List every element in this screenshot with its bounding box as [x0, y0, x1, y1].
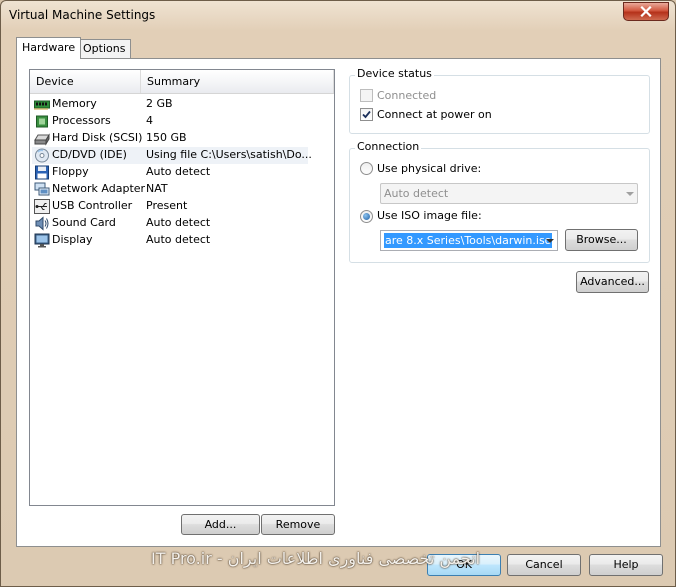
processor-icon: [36, 115, 48, 128]
device-name: Sound Card: [52, 216, 116, 229]
device-row-hard-disk[interactable]: Hard Disk (SCSI) 150 GB: [32, 130, 308, 147]
floppy-icon: [35, 165, 49, 180]
device-name: Hard Disk (SCSI): [52, 131, 143, 144]
device-name: Network Adapter: [52, 182, 146, 195]
advanced-button-label: Advanced...: [580, 275, 645, 288]
column-header-device[interactable]: Device: [30, 70, 141, 93]
window-title: Virtual Machine Settings: [9, 8, 156, 22]
sound-card-icon: [35, 216, 49, 231]
close-button[interactable]: [623, 2, 669, 21]
device-status-group: Device status Connected Connect at power…: [349, 67, 650, 134]
help-button[interactable]: Help: [589, 554, 663, 576]
use-physical-drive-radio[interactable]: [360, 162, 373, 175]
advanced-button[interactable]: Advanced...: [576, 271, 649, 293]
memory-icon: [34, 100, 50, 110]
device-name: Display: [52, 233, 93, 246]
usb-icon: [34, 199, 50, 214]
remove-button[interactable]: Remove: [261, 514, 335, 535]
device-name: Processors: [52, 114, 111, 127]
tab-options[interactable]: Options: [77, 39, 132, 58]
column-header-summary[interactable]: Summary: [141, 70, 334, 93]
device-summary: Present: [146, 199, 188, 212]
close-icon: [640, 6, 652, 17]
add-button[interactable]: Add...: [181, 514, 260, 535]
browse-button-label: Browse...: [576, 233, 627, 246]
use-iso-image-label: Use ISO image file:: [377, 209, 482, 222]
add-button-label: Add...: [204, 518, 237, 531]
iso-path-value: are 8.x Series\Tools\darwin.iso: [384, 233, 553, 248]
browse-button[interactable]: Browse...: [565, 229, 638, 251]
use-iso-image-radio[interactable]: [360, 210, 373, 223]
connect-at-power-on-label: Connect at power on: [377, 108, 492, 121]
device-row-memory[interactable]: Memory 2 GB: [32, 96, 308, 113]
connect-at-power-on-checkbox[interactable]: [360, 108, 373, 121]
device-summary: 4: [146, 114, 153, 127]
device-row-display[interactable]: Display Auto detect: [32, 232, 308, 249]
device-row-processors[interactable]: Processors 4: [32, 113, 308, 130]
device-summary: Using file C:\Users\satish\Do...: [146, 148, 312, 161]
device-row-usb-controller[interactable]: USB Controller Present: [32, 198, 308, 215]
device-list[interactable]: Device Summary Memory 2 GB Processors 4 …: [29, 69, 335, 506]
physical-drive-value: Auto detect: [384, 187, 449, 200]
device-summary: Auto detect: [146, 233, 211, 246]
connection-title: Connection: [355, 140, 422, 153]
device-row-network-adapter[interactable]: Network Adapter NAT: [32, 181, 308, 198]
device-summary: Auto detect: [146, 216, 211, 229]
display-icon: [34, 233, 50, 248]
list-header: Device Summary: [30, 70, 334, 94]
radio-selected-dot: [363, 213, 370, 220]
tab-hardware[interactable]: Hardware: [16, 37, 82, 59]
connected-label: Connected: [377, 89, 437, 102]
help-button-label: Help: [613, 558, 639, 571]
connection-group: Connection Use physical drive: Auto dete…: [349, 140, 650, 263]
network-adapter-icon: [34, 182, 50, 196]
checkmark-icon: [362, 110, 371, 119]
hard-disk-icon: [34, 133, 50, 146]
device-row-floppy[interactable]: Floppy Auto detect: [32, 164, 308, 181]
tab-hardware-label: Hardware: [22, 41, 76, 54]
device-name: USB Controller: [52, 199, 133, 212]
watermark-text: IT Pro.ir - انجمن تخصصی فناوری اطلاعات ا…: [151, 549, 481, 568]
connected-checkbox[interactable]: [360, 89, 373, 102]
device-row-sound-card[interactable]: Sound Card Auto detect: [32, 215, 308, 232]
remove-button-label: Remove: [275, 518, 321, 531]
hardware-tab-panel: Device Summary Memory 2 GB Processors 4 …: [16, 58, 661, 547]
use-physical-drive-label: Use physical drive:: [377, 162, 482, 175]
device-name: Memory: [52, 97, 97, 110]
dialog-window: Virtual Machine Settings Hardware Option…: [0, 0, 676, 587]
device-name: CD/DVD (IDE): [52, 148, 127, 161]
device-status-title: Device status: [355, 67, 434, 80]
chevron-down-icon[interactable]: [546, 239, 554, 243]
chevron-down-icon: [626, 192, 634, 196]
device-row-cd-dvd[interactable]: CD/DVD (IDE) Using file C:\Users\satish\…: [32, 147, 312, 164]
physical-drive-select[interactable]: Auto detect: [380, 183, 638, 204]
device-summary: NAT: [146, 182, 168, 195]
device-summary: Auto detect: [146, 165, 211, 178]
cancel-button-label: Cancel: [525, 558, 563, 571]
cancel-button[interactable]: Cancel: [507, 554, 581, 576]
device-summary: 2 GB: [146, 97, 173, 110]
iso-path-combobox[interactable]: are 8.x Series\Tools\darwin.iso: [380, 230, 558, 251]
tab-options-label: Options: [83, 42, 126, 55]
title-bar[interactable]: Virtual Machine Settings: [1, 1, 675, 31]
device-summary: 150 GB: [146, 131, 187, 144]
cd-dvd-icon: [35, 148, 49, 163]
device-name: Floppy: [52, 165, 89, 178]
